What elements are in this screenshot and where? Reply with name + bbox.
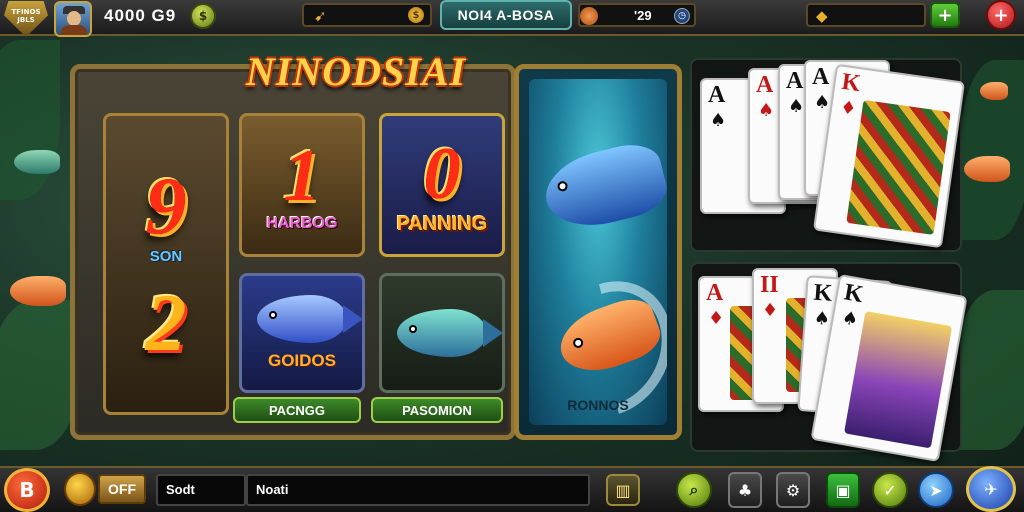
clock-icon: ◷	[674, 8, 690, 24]
card-rank: II	[760, 272, 779, 298]
blue-fish-icon	[257, 295, 363, 343]
tile-harbog[interactable]: 1 HARBOG	[239, 113, 365, 257]
timer-value: '29	[634, 8, 652, 23]
card-rank: A	[708, 82, 726, 108]
king-card[interactable]: K ♦	[812, 63, 966, 249]
bg-fish-icon	[980, 82, 1008, 100]
card-suit: ♦	[762, 300, 779, 321]
bg-fish-icon	[14, 150, 60, 174]
timer-pill[interactable]: '29 ◷	[578, 3, 696, 27]
teal-fish-icon	[397, 309, 503, 357]
gem-icon: ◆	[816, 7, 828, 25]
coin-icon: $	[198, 9, 208, 23]
currency-button[interactable]: B	[4, 468, 50, 512]
card-suit: ♠	[840, 307, 860, 331]
bg-fish-icon	[964, 156, 1010, 182]
rank-badge-text: TFINOS JBLS	[11, 8, 41, 24]
machine-title: NINODSIAI	[245, 49, 467, 94]
check-icon[interactable]: ✓	[872, 472, 908, 508]
water-scene	[529, 79, 667, 425]
fishing-panel[interactable]: RONNOS	[514, 64, 682, 440]
tile-blue-fish[interactable]: GOIDOS	[239, 273, 365, 393]
arrow-up-icon: ➹	[314, 7, 327, 25]
play-icon[interactable]: ▣	[826, 472, 860, 508]
king-art	[846, 99, 951, 235]
gift-icon[interactable]: ♣	[728, 472, 762, 508]
queen-card[interactable]: K ♠	[810, 273, 968, 463]
avatar-body	[61, 25, 87, 35]
tile-label: PANNING	[396, 212, 488, 235]
gear-coin-icon	[580, 7, 598, 25]
add-button[interactable]: +	[930, 2, 960, 28]
blue-fish-icon	[538, 137, 667, 237]
card-panel-bottom[interactable]: A ♦ II ♦ K ♠ K ♠	[690, 262, 968, 463]
game-title: NOI4 A-BOSA	[440, 0, 572, 30]
close-button[interactable]: +	[986, 0, 1016, 30]
bg-leaf	[0, 300, 80, 450]
card-panel-top[interactable]: A ♠ A ♠ A ♠ A ♠ K ♦	[690, 58, 966, 252]
tile-tall[interactable]: 9 SON 2	[103, 113, 229, 415]
bg-leaf	[955, 290, 1024, 450]
bar-chart-icon[interactable]: ▥	[606, 474, 640, 506]
tile-digit-top: 9	[145, 159, 187, 251]
tile-teal-fish[interactable]	[379, 273, 505, 393]
search-icon[interactable]: ⌕	[676, 472, 712, 508]
currency-icon: B	[19, 478, 35, 502]
card-suit: ♠	[758, 100, 775, 121]
tile-digit: 1	[283, 135, 321, 217]
card-rank: K	[842, 279, 866, 309]
tile-label: GOIDOS	[267, 351, 336, 370]
card-rank: A	[786, 68, 804, 94]
send-icon[interactable]: ➤	[918, 472, 954, 508]
card-suit: ♦	[708, 308, 725, 329]
avatar-face	[67, 11, 81, 26]
card-rank: A	[756, 72, 774, 98]
avatar[interactable]	[54, 1, 92, 37]
sound-toggle[interactable]: OFF	[98, 474, 146, 504]
tile-digit-bottom: 2	[145, 276, 187, 368]
card-rank: K	[840, 68, 863, 98]
pacngg-button[interactable]: PACNGG	[233, 397, 361, 423]
queen-art	[843, 311, 953, 449]
chat-input[interactable]: Noati	[246, 474, 590, 506]
gear-icon[interactable]: ⚙	[776, 472, 810, 508]
gem-pill[interactable]: ◆	[806, 3, 926, 27]
card-suit: ♠	[813, 307, 831, 330]
bg-fish-icon	[10, 276, 66, 306]
tile-label: HARBOG	[266, 215, 338, 232]
bg-leaf	[0, 40, 60, 200]
slot-machine: 9 SON 2 1 HARBOG 0 PANNING GOIDOS PACNGG…	[70, 64, 516, 440]
player-score: 4000 G9	[104, 6, 177, 25]
coin-shop-button[interactable]: $	[190, 3, 216, 29]
card-suit: ♠	[788, 96, 805, 117]
plane-icon[interactable]: ✈	[966, 466, 1016, 512]
tile-label-son: SON	[149, 247, 183, 265]
tile-panning[interactable]: 0 PANNING	[379, 113, 505, 257]
pasomion-button[interactable]: PASOMION	[371, 397, 503, 423]
bet-pill[interactable]: ➹ $	[302, 3, 432, 27]
card-suit: ♠	[814, 92, 831, 113]
fishing-caption: RONNOS	[567, 397, 629, 413]
card-rank: A	[812, 64, 830, 90]
tile-digit: 0	[423, 132, 461, 215]
card-suit: ♦	[838, 96, 858, 120]
coin-chest-icon[interactable]	[64, 472, 96, 506]
card-suit: ♠	[710, 110, 727, 131]
card-rank: A	[706, 280, 724, 306]
card-rank: K	[812, 279, 834, 307]
sort-field[interactable]: Sodt	[156, 474, 246, 506]
gold-coin-icon: $	[408, 7, 424, 23]
